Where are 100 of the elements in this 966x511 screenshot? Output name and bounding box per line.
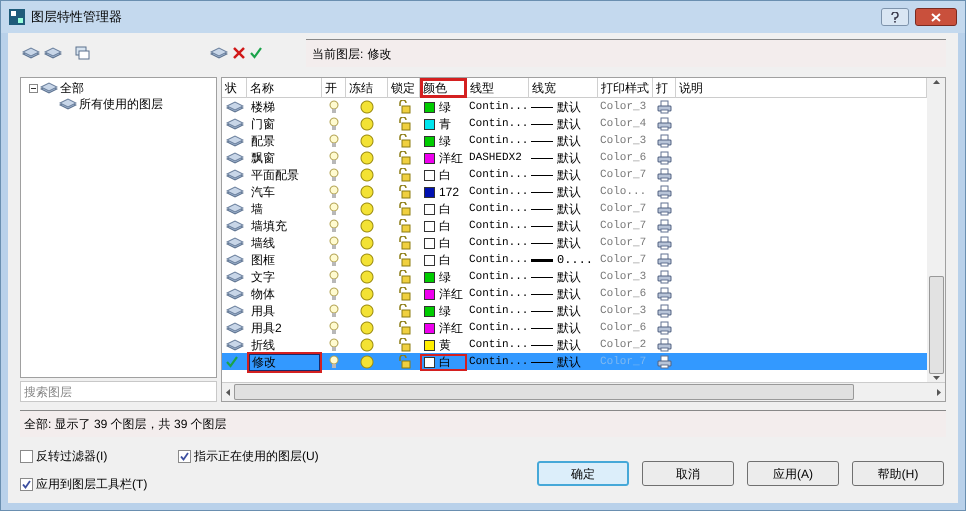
sun-icon[interactable] xyxy=(360,117,374,131)
linetype-cell[interactable]: Contin... xyxy=(467,234,529,252)
table-row[interactable]: 墙填充 白 Contin... 默认 Color_7 xyxy=(222,217,927,234)
layer-name[interactable]: 楼梯 xyxy=(249,100,277,114)
linetype-cell[interactable]: Contin... xyxy=(467,302,529,320)
sun-icon[interactable] xyxy=(360,151,374,165)
checkbox[interactable] xyxy=(178,450,191,462)
color-swatch[interactable] xyxy=(424,204,435,214)
layer-name[interactable]: 图框 xyxy=(249,252,277,268)
lock-icon[interactable] xyxy=(398,287,410,301)
linetype-cell[interactable]: Contin... xyxy=(467,200,529,218)
column-header[interactable]: 打印样式 xyxy=(598,78,653,98)
linetype-cell[interactable]: Contin... xyxy=(467,354,529,370)
layer-name[interactable]: 用具 xyxy=(249,304,277,318)
table-row[interactable]: 物体 洋红 Contin... 默认 Color_6 xyxy=(222,285,927,302)
table-row[interactable]: 图框 白 Contin... 0.... Color_7 xyxy=(222,251,927,268)
lineweight-value[interactable]: 默认 xyxy=(557,302,581,320)
printer-icon[interactable] xyxy=(657,287,672,301)
printer-icon[interactable] xyxy=(657,338,672,352)
printer-icon[interactable] xyxy=(657,168,672,182)
color-swatch[interactable] xyxy=(424,170,435,180)
lineweight-value[interactable]: 默认 xyxy=(557,234,581,252)
printer-icon[interactable] xyxy=(657,304,672,318)
linetype-cell[interactable]: Contin... xyxy=(467,252,529,268)
vertical-scrollbar[interactable] xyxy=(927,78,945,382)
color-swatch[interactable] xyxy=(424,238,435,248)
dialog-button[interactable]: 应用(A) xyxy=(747,461,839,486)
lineweight-value[interactable]: 默认 xyxy=(557,115,581,133)
column-header[interactable]: 名称 xyxy=(247,78,322,98)
sun-icon[interactable] xyxy=(360,100,374,114)
color-swatch[interactable] xyxy=(424,272,435,282)
lock-icon[interactable] xyxy=(398,236,410,250)
lineweight-value[interactable]: 默认 xyxy=(557,149,581,167)
color-swatch[interactable] xyxy=(424,186,435,198)
lineweight-value[interactable]: 默认 xyxy=(557,98,581,116)
layers-icon[interactable] xyxy=(44,47,62,59)
light-bulb-icon[interactable] xyxy=(329,151,339,165)
linetype-cell[interactable]: Contin... xyxy=(467,218,529,234)
lock-icon[interactable] xyxy=(398,321,410,335)
printer-icon[interactable] xyxy=(657,117,672,131)
column-header[interactable]: 线宽 xyxy=(529,78,598,98)
lock-icon[interactable] xyxy=(398,355,410,369)
table-row[interactable]: 墙 白 Contin... 默认 Color_7 xyxy=(222,200,927,217)
color-swatch[interactable] xyxy=(424,288,435,300)
lock-icon[interactable] xyxy=(398,270,410,284)
scroll-right-icon[interactable] xyxy=(937,388,941,396)
plot-style-cell[interactable]: Color_7 xyxy=(598,166,653,184)
lineweight-value[interactable]: 默认 xyxy=(557,336,581,354)
printer-icon[interactable] xyxy=(657,185,672,199)
table-row[interactable]: 墙线 白 Contin... 默认 Color_7 xyxy=(222,234,927,251)
lineweight-value[interactable]: 默认 xyxy=(557,166,581,184)
linetype-cell[interactable]: Contin... xyxy=(467,336,529,354)
close-button[interactable] xyxy=(915,8,957,26)
sun-icon[interactable] xyxy=(360,355,374,369)
lineweight-value[interactable]: 默认 xyxy=(557,200,581,218)
plot-style-cell[interactable]: Color_7 xyxy=(598,200,653,218)
plot-style-cell[interactable]: Color_3 xyxy=(598,268,653,286)
plot-style-cell[interactable]: Color_6 xyxy=(598,320,653,336)
light-bulb-icon[interactable] xyxy=(329,287,339,301)
lock-icon[interactable] xyxy=(398,100,410,114)
sun-icon[interactable] xyxy=(360,236,374,250)
color-swatch[interactable] xyxy=(424,152,435,164)
plot-style-cell[interactable]: Color_3 xyxy=(598,302,653,320)
sun-icon[interactable] xyxy=(360,304,374,318)
color-swatch[interactable] xyxy=(424,254,435,266)
lineweight-value[interactable]: 默认 xyxy=(557,353,581,371)
lock-icon[interactable] xyxy=(398,338,410,352)
plot-style-cell[interactable]: Color_4 xyxy=(598,116,653,132)
printer-icon[interactable] xyxy=(657,202,672,216)
light-bulb-icon[interactable] xyxy=(329,236,339,250)
table-row[interactable]: 用具2 洋红 Contin... 默认 Color_6 xyxy=(222,319,927,336)
lineweight-value[interactable]: 默认 xyxy=(557,217,581,235)
layer-name[interactable]: 用具2 xyxy=(249,320,284,336)
plot-style-cell[interactable]: Color_7 xyxy=(598,218,653,234)
layer-name[interactable]: 门窗 xyxy=(249,116,277,132)
lock-icon[interactable] xyxy=(398,253,410,267)
sun-icon[interactable] xyxy=(360,321,374,335)
linetype-cell[interactable]: DASHEDX2 xyxy=(467,150,529,166)
printer-icon[interactable] xyxy=(657,321,672,335)
linetype-cell[interactable]: Contin... xyxy=(467,132,529,150)
layer-name[interactable]: 汽车 xyxy=(249,184,277,200)
delete-icon[interactable] xyxy=(233,47,245,59)
color-swatch[interactable] xyxy=(424,102,435,112)
light-bulb-icon[interactable] xyxy=(329,185,339,199)
plot-style-cell[interactable]: Color_6 xyxy=(598,286,653,302)
plot-style-cell[interactable]: Color_7 xyxy=(598,252,653,268)
linetype-cell[interactable]: Contin... xyxy=(467,286,529,302)
layer-name[interactable]: 折线 xyxy=(249,338,277,352)
selected-row[interactable]: 修改 白 Contin... 默认 Color_7 xyxy=(222,353,927,370)
linetype-cell[interactable]: Contin... xyxy=(467,98,529,116)
help-button[interactable] xyxy=(881,8,909,26)
column-header[interactable]: 状 xyxy=(222,78,247,98)
color-swatch[interactable] xyxy=(424,220,435,232)
light-bulb-icon[interactable] xyxy=(329,202,339,216)
plot-style-cell[interactable]: Colo... xyxy=(598,184,653,200)
light-bulb-icon[interactable] xyxy=(329,117,339,131)
sun-icon[interactable] xyxy=(360,338,374,352)
search-field[interactable]: 搜索图层 xyxy=(20,381,217,402)
light-bulb-icon[interactable] xyxy=(329,168,339,182)
dialog-button[interactable]: 取消 xyxy=(642,461,734,486)
